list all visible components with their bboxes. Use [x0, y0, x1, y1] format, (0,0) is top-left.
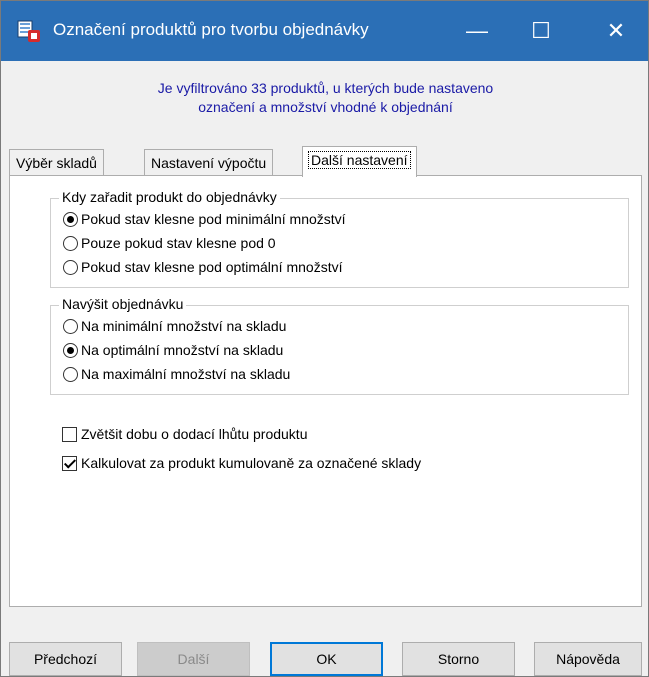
checkbox-checked-icon [62, 455, 77, 471]
tab-dalsi-nastaveni[interactable]: Další nastavení [302, 146, 417, 177]
radio-unchecked-icon [63, 318, 78, 334]
radio-label: Na optimální množství na skladu [81, 342, 284, 358]
tab-nastaveni-vypoctu[interactable]: Nastavení výpočtu [144, 149, 274, 176]
title-bar[interactable]: Označení produktů pro tvorbu objednávky … [1, 1, 648, 61]
ok-button[interactable]: OK [270, 642, 383, 676]
radio-label: Na maximální množství na skladu [81, 366, 291, 382]
maximize-button[interactable]: ☐ [509, 1, 573, 61]
checkbox-label: Zvětšit dobu o dodací lhůtu produktu [81, 426, 308, 442]
group-title: Kdy zařadit produkt do objednávky [59, 189, 280, 205]
cancel-button[interactable]: Storno [402, 642, 515, 676]
tab-label: Další nastavení [308, 151, 411, 169]
info-line-1: Je vyfiltrováno 33 produktů, u kterých b… [157, 80, 494, 96]
radio-pod-nulou[interactable]: Pouze pokud stav klesne pod 0 [63, 235, 276, 251]
checkbox-dodaci-lhuta[interactable]: Zvětšit dobu o dodací lhůtu produktu [62, 426, 307, 442]
group-kdy-zaradit: Kdy zařadit produkt do objednávky Pokud … [50, 189, 629, 288]
info-line-2: označení a množství vhodné k objednání [198, 99, 453, 115]
tab-vyber-skladu[interactable]: Výběr skladů [9, 149, 104, 176]
radio-label: Pouze pokud stav klesne pod 0 [81, 235, 276, 251]
radio-label: Na minimální množství na skladu [81, 318, 287, 334]
radio-unchecked-icon [63, 235, 78, 251]
radio-minimalni[interactable]: Na minimální množství na skladu [63, 318, 286, 334]
minimize-icon: — [466, 18, 488, 43]
radio-optimalni[interactable]: Na optimální množství na skladu [63, 342, 283, 358]
previous-button[interactable]: Předchozí [9, 642, 122, 676]
dialog-window: Označení produktů pro tvorbu objednávky … [0, 0, 649, 677]
radio-label: Pokud stav klesne pod optimální množství [81, 259, 343, 275]
maximize-icon: ☐ [531, 18, 551, 43]
radio-unchecked-icon [63, 259, 78, 275]
app-icon [17, 19, 41, 43]
help-button[interactable]: Nápověda [534, 642, 642, 676]
checkbox-unchecked-icon [62, 426, 77, 442]
radio-maximalni[interactable]: Na maximální množství na skladu [63, 366, 290, 382]
radio-label: Pokud stav klesne pod minimální množství [81, 211, 346, 227]
next-button[interactable]: Další [137, 642, 250, 676]
minimize-button[interactable]: — [445, 1, 509, 61]
checkbox-kumulovane[interactable]: Kalkulovat za produkt kumulovaně za ozna… [62, 455, 421, 471]
radio-checked-icon [63, 342, 78, 358]
close-icon: ✕ [606, 18, 626, 43]
tab-panel: Kdy zařadit produkt do objednávky Pokud … [9, 175, 642, 607]
radio-checked-icon [63, 211, 78, 227]
window-title: Označení produktů pro tvorbu objednávky [53, 20, 369, 39]
radio-unchecked-icon [63, 366, 78, 382]
info-message: Je vyfiltrováno 33 produktů, u kterých b… [1, 79, 649, 117]
radio-pod-minimalni[interactable]: Pokud stav klesne pod minimální množství [63, 211, 346, 227]
group-navysit: Navýšit objednávku Na minimální množství… [50, 296, 629, 395]
group-title: Navýšit objednávku [59, 296, 187, 312]
tab-label: Výběr skladů [16, 155, 97, 171]
tab-label: Nastavení výpočtu [151, 155, 267, 171]
checkbox-label: Kalkulovat za produkt kumulovaně za ozna… [81, 455, 422, 471]
close-button[interactable]: ✕ [584, 1, 648, 61]
radio-pod-optimalni[interactable]: Pokud stav klesne pod optimální množství [63, 259, 342, 275]
